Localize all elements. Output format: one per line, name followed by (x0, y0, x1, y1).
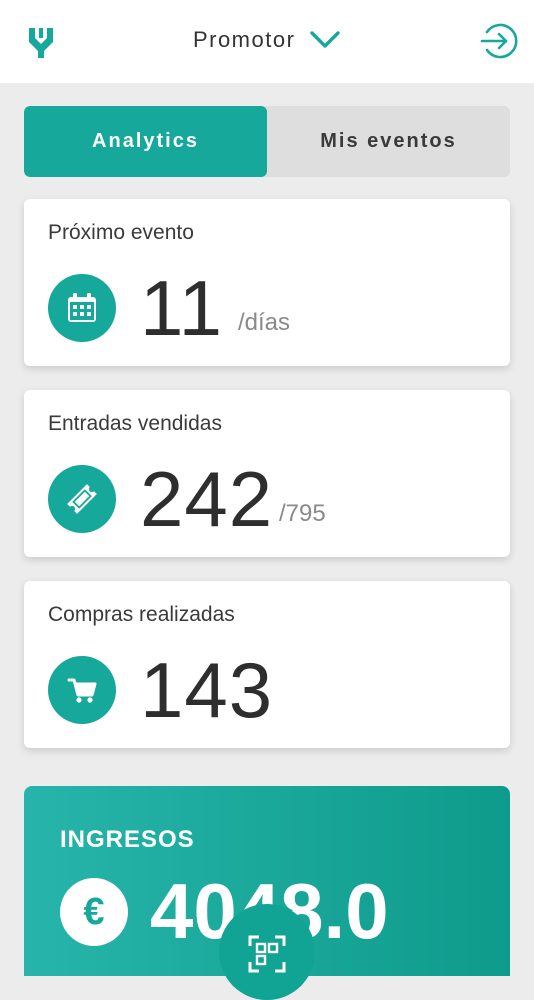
days-unit-label: /días (238, 309, 291, 336)
cart-icon (48, 656, 116, 724)
days-until-event-value: 11 (140, 264, 223, 352)
ticket-icon (48, 465, 116, 533)
scan-button[interactable] (219, 904, 315, 1000)
app-header: Promotor (0, 0, 534, 83)
view-tabs: Analytics Mis eventos (24, 106, 510, 177)
purchases-value: 143 (140, 646, 274, 734)
calendar-icon (48, 274, 116, 342)
income-title: INGRESOS (60, 826, 195, 853)
card-title: Entradas vendidas (48, 412, 222, 435)
role-label: Promotor (192, 27, 296, 53)
euro-icon: € (60, 878, 128, 946)
card-title: Compras realizadas (48, 603, 235, 626)
card-title: Próximo evento (48, 221, 194, 244)
tickets-total-label: /795 (279, 500, 326, 527)
tickets-sold-card: Entradas vendidas 242 /795 (24, 390, 510, 557)
tickets-sold-value: 242 (140, 455, 274, 543)
tab-mis-eventos[interactable]: Mis eventos (267, 106, 510, 177)
qr-scan-icon (248, 935, 286, 973)
tab-analytics[interactable]: Analytics (24, 106, 267, 177)
purchases-card: Compras realizadas 143 (24, 581, 510, 748)
next-event-card: Próximo evento 11 /días (24, 199, 510, 366)
chevron-down-icon (310, 31, 340, 48)
logout-icon[interactable] (478, 21, 518, 61)
role-selector[interactable]: Promotor (0, 26, 534, 53)
